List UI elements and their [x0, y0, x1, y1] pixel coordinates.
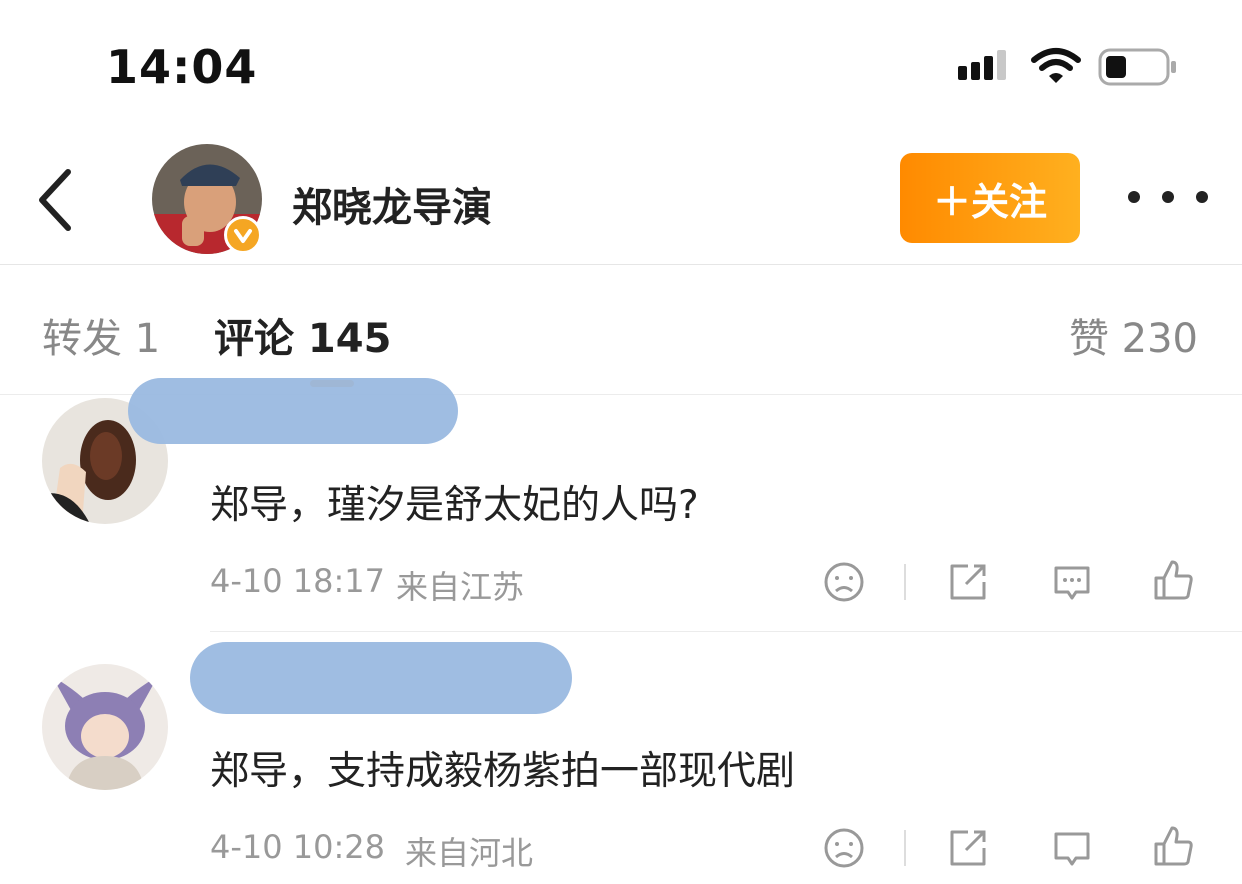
comment-text: 郑导，瑾汐是舒太妃的人吗? [210, 483, 699, 528]
dislike-icon[interactable] [822, 560, 866, 604]
comment-divider [210, 631, 1242, 632]
comment-location: 来自江苏 [396, 568, 525, 606]
comment-text: 郑导，支持成毅杨紫拍一部现代剧 [210, 749, 796, 794]
header-divider [0, 264, 1242, 265]
wifi-icon [1031, 48, 1081, 83]
share-icon[interactable] [946, 560, 990, 604]
action-separator [904, 830, 906, 866]
back-icon[interactable] [30, 160, 90, 240]
reply-icon[interactable] [1050, 826, 1094, 870]
comment-timestamp: 4-10 18:17 [210, 562, 386, 600]
tab-repost[interactable]: 转发 1 [42, 306, 160, 364]
verified-icon [224, 216, 262, 254]
author-name[interactable]: 郑晓龙导演 [292, 175, 492, 233]
comment-timestamp: 4-10 10:28 [210, 828, 386, 866]
action-separator [904, 564, 906, 600]
reply-icon[interactable] [1050, 560, 1094, 604]
redacted-username [128, 378, 458, 444]
dislike-icon[interactable] [822, 826, 866, 870]
like-icon[interactable] [1150, 824, 1196, 870]
redacted-username [190, 642, 572, 714]
tab-comments[interactable]: 评论 145 [214, 306, 391, 364]
tab-likes[interactable]: 赞 230 [1069, 306, 1198, 364]
commenter-avatar[interactable] [42, 664, 168, 790]
status-time: 14:04 [106, 40, 258, 94]
battery-icon [1098, 48, 1176, 86]
comment-location: 来自河北 [405, 834, 534, 872]
signal-icon [958, 50, 1006, 80]
like-icon[interactable] [1150, 558, 1196, 604]
share-icon[interactable] [946, 826, 990, 870]
more-icon[interactable] [1128, 180, 1208, 214]
follow-button[interactable]: ＋关注 [900, 153, 1080, 243]
